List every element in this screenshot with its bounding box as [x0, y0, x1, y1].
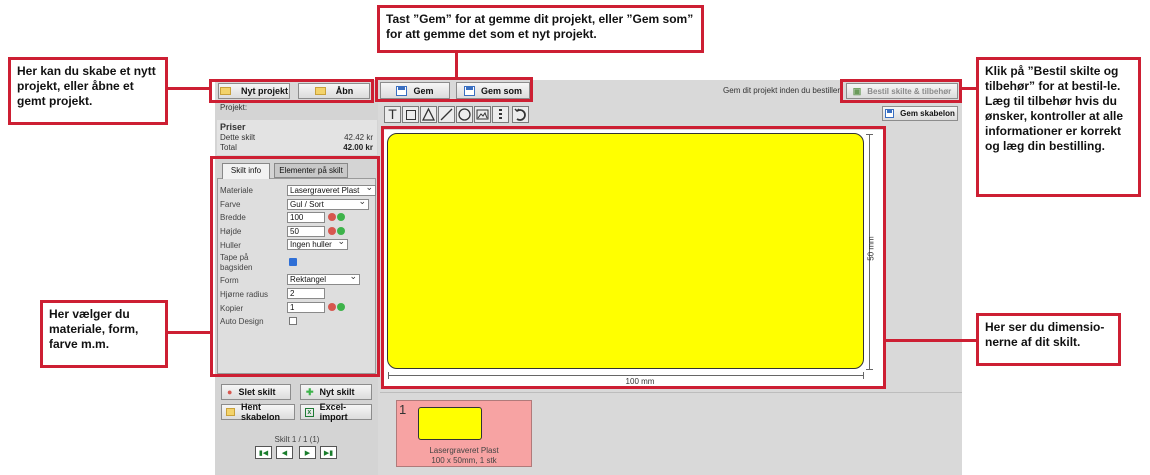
next-page-icon[interactable]: ▶	[299, 446, 316, 459]
highlight-order-button	[840, 79, 962, 103]
connector-line	[168, 87, 210, 90]
connector-line	[885, 339, 976, 342]
callout-form: Her vælger du materiale, form, farve m.m…	[40, 300, 168, 368]
callout-save: Tast ”Gem” for at gemme dit projekt, ell…	[377, 5, 704, 53]
thumbnail-sign-preview	[418, 407, 482, 440]
thumbnail-index: 1	[399, 402, 407, 417]
connector-line	[962, 87, 976, 90]
prev-page-icon[interactable]: ◀	[276, 446, 293, 459]
first-page-icon[interactable]: ▮◀	[255, 446, 272, 459]
callout-order: Klik på ”Bestil skilte og tilbehør” for …	[976, 57, 1141, 197]
folder-icon	[226, 408, 235, 416]
image-tool-icon[interactable]	[474, 106, 491, 123]
line-tool-icon[interactable]	[438, 106, 455, 123]
connector-line	[168, 331, 211, 334]
save-hint: Gem dit projekt inden du bestiller	[723, 86, 840, 95]
load-template-button[interactable]: Hent skabelon	[221, 402, 295, 422]
pager-text: Skilt 1 / 1 (1)	[274, 435, 320, 444]
separator	[380, 392, 962, 393]
add-icon: ✚	[306, 386, 314, 397]
new-sign-button[interactable]: ✚ Nyt skilt	[300, 384, 372, 400]
excel-icon: x	[305, 407, 314, 417]
undo-icon[interactable]	[512, 106, 529, 123]
last-page-icon[interactable]: ▶▮	[320, 446, 337, 459]
highlight-canvas	[381, 126, 886, 389]
highlight-form	[210, 156, 380, 377]
save-template-button[interactable]: Gem skabelon	[882, 106, 958, 121]
highlight-project-buttons	[209, 79, 374, 103]
triangle-tool-icon[interactable]	[420, 106, 437, 123]
delete-icon: ●	[227, 387, 233, 397]
this-sign-label: Dette skilt	[220, 133, 256, 142]
callout-dimensions: Her ser du dimensio-nerne af dit skilt.	[976, 313, 1121, 366]
text-tool-icon[interactable]: T	[384, 106, 401, 123]
circle-tool-icon[interactable]	[456, 106, 473, 123]
excel-import-button[interactable]: x Excel-import	[300, 402, 372, 422]
barcode-tool-icon[interactable]	[492, 106, 509, 123]
save-icon	[885, 109, 895, 118]
thumbnail-material: Lasergraveret Plast	[429, 446, 499, 455]
total-label: Total	[220, 143, 237, 152]
delete-sign-button[interactable]: ● Slet skilt	[221, 384, 291, 400]
thumbnail-size: 100 x 50mm, 1 stk	[431, 456, 497, 465]
highlight-save-buttons	[375, 77, 533, 102]
callout-project: Her kan du skabe et nytt projekt, eller …	[8, 57, 168, 125]
connector-line	[455, 53, 458, 78]
rectangle-tool-icon[interactable]	[402, 106, 419, 123]
prices-title: Priser	[220, 122, 246, 132]
project-label: Projekt:	[220, 103, 248, 112]
this-sign-price: 42.42 kr	[344, 133, 373, 142]
total-price: 42.00 kr	[343, 143, 373, 152]
